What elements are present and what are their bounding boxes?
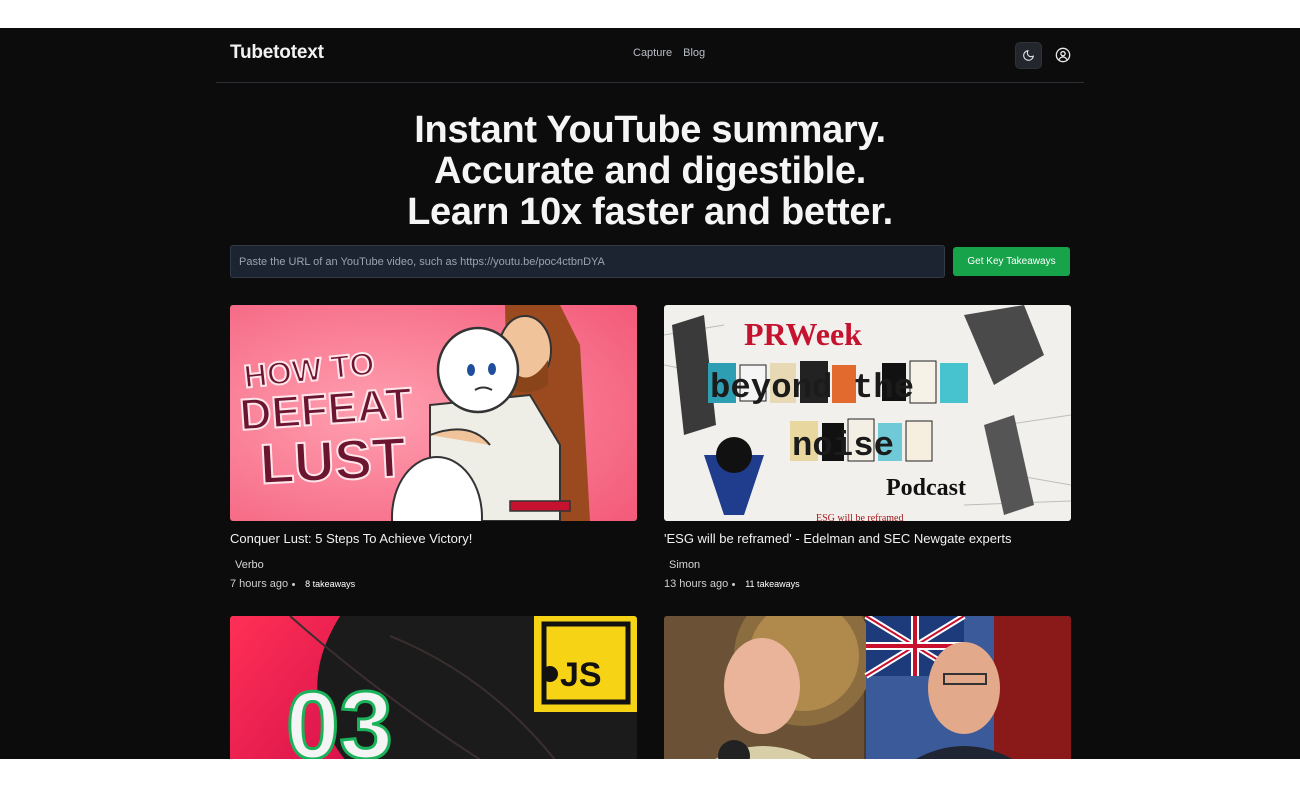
video-thumbnail[interactable]: 03 JS [230,616,637,759]
youtube-url-input[interactable] [230,245,945,278]
thumb-text-noise: noise [792,428,894,466]
video-author: Verbo [235,559,264,571]
thumb-text-number: 03 [286,672,393,759]
hero-line-2: Accurate and digestible. [433,150,867,192]
moon-icon [1023,50,1034,61]
hero-line-1: Instant YouTube summary. [414,109,886,151]
meta-separator [292,582,296,586]
thumbnail-illustration: 03 JS [230,616,637,759]
video-time: 13 hours ago [664,578,729,590]
app-window: Tubetotext Capture Blog Instant YouTube … [0,28,1300,759]
takeaways-count: 8 takeaways [305,579,356,589]
thumb-text-lust: LUST [258,425,407,496]
theme-toggle-button[interactable] [1015,42,1042,69]
video-card[interactable]: HOW TO DEFEAT LUST Conquer Lust: 5 Steps… [230,305,637,590]
thumb-text-prweek: PRWeek [744,316,862,352]
video-time: 7 hours ago [230,578,289,590]
video-thumbnail[interactable]: PRWeek beyond the noise Podcast ESG will… [664,305,1071,521]
meta-separator [732,582,736,586]
page-container: Tubetotext Capture Blog Instant YouTube … [216,28,1084,759]
thumb-text-js: JS [560,656,602,694]
thumbnail-illustration: HOW TO DEFEAT LUST [230,305,637,521]
video-thumbnail[interactable]: HOW TO DEFEAT LUST [230,305,637,521]
top-navbar: Tubetotext Capture Blog [216,28,1084,83]
video-thumbnail[interactable] [664,616,1071,759]
nav-link-capture[interactable]: Capture [633,47,672,59]
video-title[interactable]: 'ESG will be reframed' - Edelman and SEC… [664,531,1071,546]
video-meta: 7 hours ago 8 takeaways [230,578,637,590]
video-card[interactable]: PRWeek beyond the noise Podcast ESG will… [664,305,1071,590]
user-circle-icon [1055,47,1071,63]
thumb-text-caption: ESG will be reframed [816,513,903,521]
nav-link-blog[interactable]: Blog [683,47,705,59]
video-title[interactable]: Conquer Lust: 5 Steps To Achieve Victory… [230,531,637,546]
nav-links: Capture Blog [633,47,705,59]
video-card[interactable]: 03 JS [230,616,637,759]
thumb-text-beyond: beyond the [710,370,914,408]
video-author: Simon [669,559,701,571]
account-button[interactable] [1052,44,1074,66]
thumbnail-illustration: PRWeek beyond the noise Podcast ESG will… [664,305,1071,521]
video-card[interactable] [664,616,1071,759]
thumb-text-podcast: Podcast [886,475,966,501]
brand-logo[interactable]: Tubetotext [230,42,324,64]
takeaways-count: 11 takeaways [745,579,800,589]
get-key-takeaways-button[interactable]: Get Key Takeaways [953,247,1070,276]
hero-heading: Instant YouTube summary. Accurate and di… [216,110,1084,233]
hero-line-3: Learn 10x faster and better. [407,191,893,233]
thumbnail-illustration [664,616,1071,759]
video-meta: 13 hours ago 11 takeaways [664,578,1071,590]
